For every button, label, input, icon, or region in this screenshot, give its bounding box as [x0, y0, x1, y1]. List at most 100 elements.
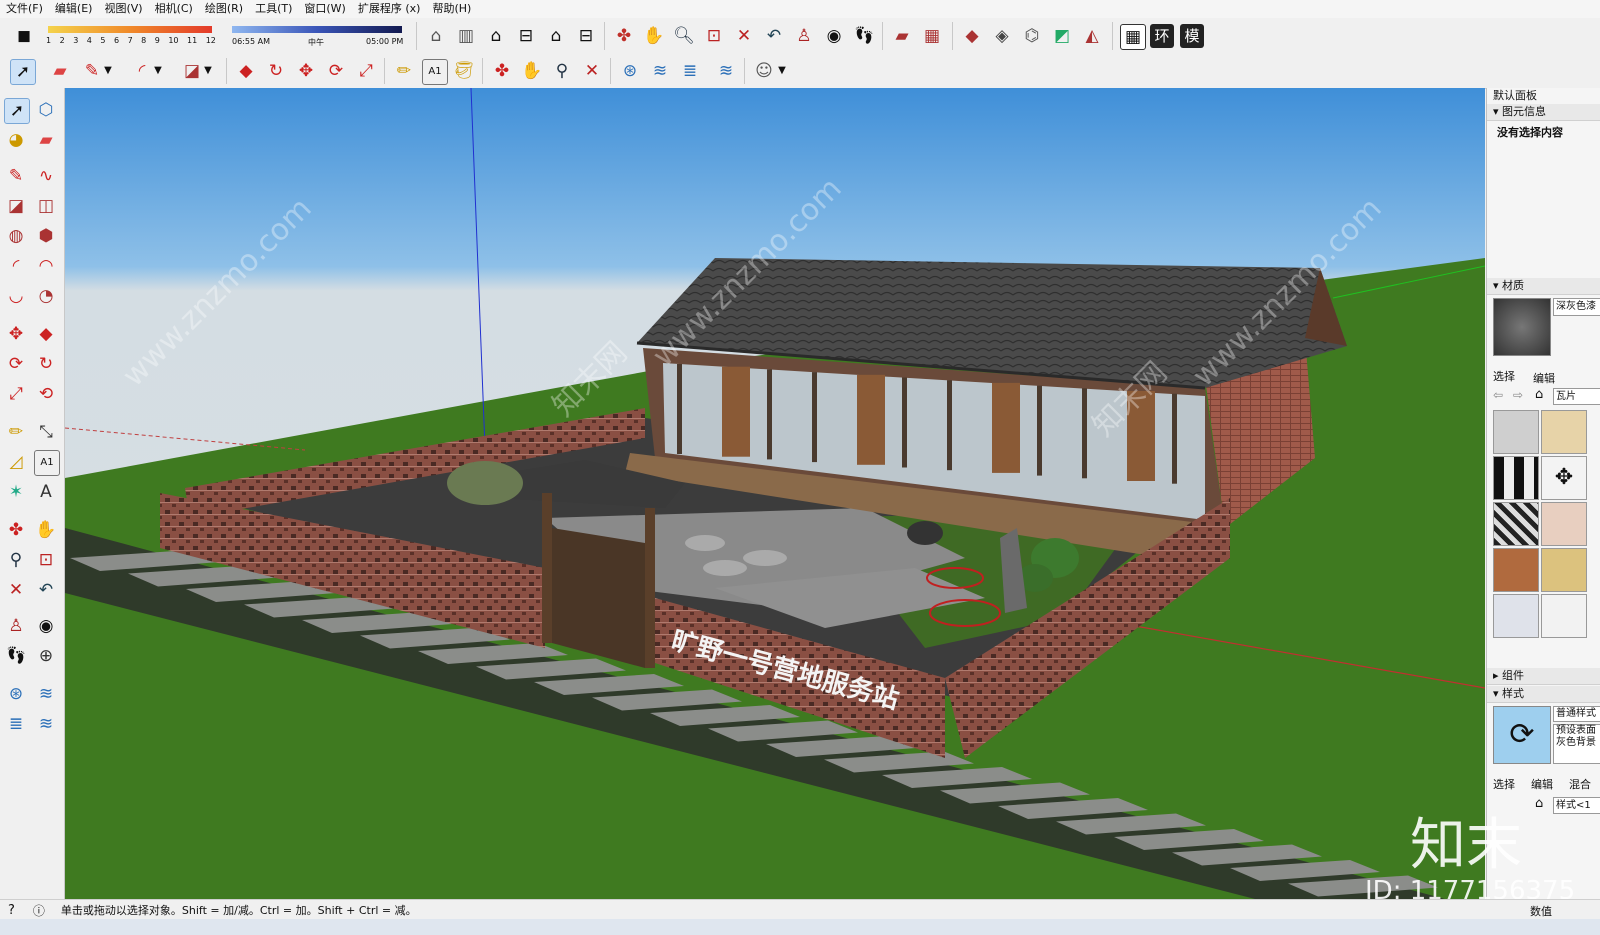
rectangle-icon[interactable]: ◪ — [180, 59, 204, 83]
zoom-extents-icon[interactable]: ✕ — [732, 24, 756, 48]
circle-icon[interactable]: ◍ — [4, 224, 28, 248]
offset-icon[interactable]: ⟲ — [34, 382, 58, 406]
material-swatch[interactable]: ✥ — [1541, 456, 1587, 500]
rotate-icon[interactable]: ⟳ — [4, 352, 28, 376]
drape-icon[interactable]: ◭ — [1080, 24, 1104, 48]
material-swatch[interactable] — [1493, 456, 1539, 500]
style-description[interactable]: 预设表面 灰色背景 — [1553, 724, 1600, 764]
orbit-icon[interactable]: ✤ — [4, 518, 28, 542]
zoom-window-icon[interactable]: ⊡ — [34, 548, 58, 572]
select-icon[interactable]: ➚ — [4, 98, 30, 124]
left-view-icon[interactable]: ⊟ — [574, 24, 598, 48]
zoom-icon[interactable]: 🔍︎ — [672, 24, 696, 48]
material-name-field[interactable]: 深灰色漆 — [1553, 298, 1600, 316]
front-view-icon[interactable]: ⌂ — [484, 24, 508, 48]
stamp-icon[interactable]: ◩ — [1050, 24, 1074, 48]
tape-measure-icon[interactable]: ✏ — [4, 420, 28, 444]
menu-view[interactable]: 视图(V) — [98, 0, 148, 18]
previous-view-icon[interactable]: ↶ — [762, 24, 786, 48]
look-around-icon[interactable]: ◉ — [34, 614, 58, 638]
menu-draw[interactable]: 绘图(R) — [199, 0, 249, 18]
section-plane-icon[interactable]: ⊕ — [34, 644, 58, 668]
style-name-field[interactable]: 普通样式 — [1553, 706, 1600, 722]
zoom-icon[interactable]: ⚲ — [550, 59, 574, 83]
materials-tab-select[interactable]: 选择 — [1493, 368, 1515, 384]
material-swatch[interactable] — [1541, 502, 1587, 546]
zoom-icon[interactable]: ⚲ — [4, 548, 28, 572]
move-icon[interactable]: ✥ — [4, 322, 28, 346]
push-pull-icon[interactable]: ◆ — [234, 59, 258, 83]
warehouse-icon[interactable]: ⊛ — [618, 59, 642, 83]
chevron-down-icon[interactable]: ▼ — [202, 59, 214, 83]
materials-tab-edit[interactable]: 编辑 — [1533, 370, 1555, 386]
home-icon[interactable]: ⌂ — [1535, 796, 1543, 811]
section-display-icon[interactable]: ▦ — [920, 24, 944, 48]
plugin-mo-button[interactable]: 模 — [1180, 24, 1204, 48]
pan-icon[interactable]: ✋ — [642, 24, 666, 48]
menu-file[interactable]: 文件(F) — [0, 0, 49, 18]
help-icon[interactable]: ? — [8, 903, 15, 918]
orbit-icon[interactable]: ✤ — [490, 59, 514, 83]
pan-icon[interactable]: ✋ — [520, 59, 544, 83]
eraser-style-icon[interactable]: ◼ — [12, 24, 36, 48]
move-icon[interactable]: ✥ — [294, 59, 318, 83]
back-view-icon[interactable]: ⌂ — [544, 24, 568, 48]
scale-icon[interactable]: ⤢ — [4, 382, 28, 406]
material-swatch[interactable] — [1541, 410, 1587, 454]
eraser-icon[interactable]: ▰ — [34, 128, 58, 152]
materials-header[interactable]: ▾ 材质 — [1487, 278, 1600, 295]
home-icon[interactable]: ⌂ — [1535, 387, 1543, 402]
forward-arrow-icon[interactable]: ⇨ — [1513, 388, 1523, 402]
look-around-icon[interactable]: ◉ — [822, 24, 846, 48]
material-swatch[interactable] — [1493, 548, 1539, 592]
menu-window[interactable]: 窗口(W) — [298, 0, 351, 18]
zoom-extents-icon[interactable]: ✕ — [4, 578, 28, 602]
sandbox-scratch-icon[interactable]: ◈ — [990, 24, 1014, 48]
zoom-window-icon[interactable]: ⊡ — [702, 24, 726, 48]
entity-info-header[interactable]: ▾ 图元信息 — [1487, 104, 1600, 121]
position-camera-icon[interactable]: ♙ — [4, 614, 28, 638]
dimension-icon[interactable]: ⤡ — [34, 420, 58, 444]
protractor-icon[interactable]: ◿ — [4, 450, 28, 474]
material-library-select[interactable]: 瓦片 — [1553, 388, 1600, 405]
menu-edit[interactable]: 编辑(E) — [49, 0, 99, 18]
menu-help[interactable]: 帮助(H) — [426, 0, 477, 18]
user-account-icon[interactable]: ☺ — [752, 59, 776, 83]
orbit-icon[interactable]: ✤ — [612, 24, 636, 48]
text-label-icon[interactable]: A1 — [422, 59, 448, 85]
extension-manager-icon[interactable]: ≋ — [34, 712, 58, 736]
chevron-down-icon[interactable]: ▼ — [776, 59, 788, 83]
previous-view-icon[interactable]: ↶ — [34, 578, 58, 602]
shadow-time-slider[interactable]: 06:55 AM 中午 05:00 PM — [230, 22, 405, 50]
material-swatch[interactable] — [1493, 594, 1539, 638]
menu-tools[interactable]: 工具(T) — [249, 0, 298, 18]
make-component-icon[interactable]: ⬡ — [34, 98, 58, 122]
material-preview[interactable] — [1493, 298, 1551, 356]
two-point-arc-icon[interactable]: ◠ — [34, 254, 58, 278]
3d-text-icon[interactable]: A — [34, 480, 58, 504]
material-swatch[interactable] — [1493, 502, 1539, 546]
eraser-icon[interactable]: ▰ — [48, 59, 72, 83]
components-header[interactable]: ▸ 组件 — [1487, 668, 1600, 685]
extension-warehouse-icon[interactable]: ≋ — [34, 682, 58, 706]
extension-manager-icon[interactable]: ≋ — [714, 59, 738, 83]
layout-icon[interactable]: ≣ — [678, 59, 702, 83]
menu-camera[interactable]: 相机(C) — [149, 0, 199, 18]
section-plane-icon[interactable]: ▰ — [890, 24, 914, 48]
line-icon[interactable]: ✎ — [4, 164, 28, 188]
styles-library-select[interactable]: 样式<1 — [1553, 797, 1600, 814]
styles-tab-mix[interactable]: 混合 — [1569, 776, 1591, 792]
follow-me-icon[interactable]: ↻ — [34, 352, 58, 376]
text-icon[interactable]: A1 — [34, 450, 60, 476]
scale-icon[interactable]: ⤢ — [354, 59, 378, 83]
material-swatch[interactable] — [1541, 594, 1587, 638]
sandbox-contours-icon[interactable]: ◆ — [960, 24, 984, 48]
arc-icon[interactable]: ◜ — [4, 254, 28, 278]
rotate-icon[interactable]: ⟳ — [324, 59, 348, 83]
styles-tab-select[interactable]: 选择 — [1493, 776, 1515, 792]
top-view-icon[interactable]: ▥ — [454, 24, 478, 48]
iso-view-icon[interactable]: ⌂ — [424, 24, 448, 48]
arc-icon[interactable]: ◜ — [130, 59, 154, 83]
pencil-line-icon[interactable]: ✎ — [80, 59, 104, 83]
pie-icon[interactable]: ◔ — [34, 284, 58, 308]
